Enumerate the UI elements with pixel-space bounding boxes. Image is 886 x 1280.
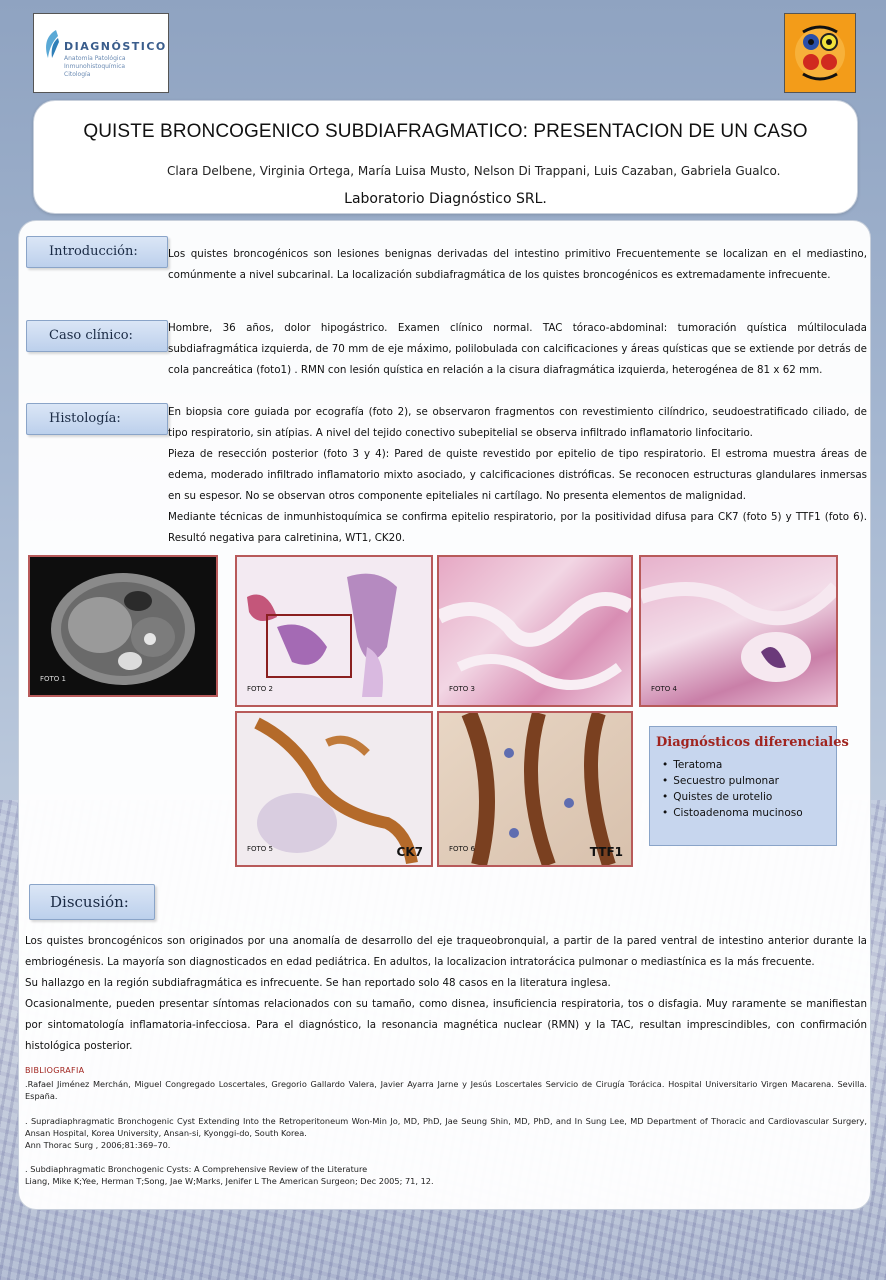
bibliography-ref-1: .Rafael Jiménez Merchán, Miguel Congrega… <box>25 1078 867 1102</box>
case-label: Caso clínico: <box>26 320 168 352</box>
logo-sub-line: Anatomía Patológica <box>64 55 126 62</box>
histo-label: Histología: <box>26 403 168 435</box>
photo-ttf1: FOTO 6 TTF1 <box>437 711 633 867</box>
photo-label: FOTO 6 <box>449 845 476 853</box>
discussion-paragraph: Los quistes broncogénicos son originados… <box>25 935 867 968</box>
histo-paragraph: Mediante técnicas de inmunhistoquímica s… <box>168 511 867 544</box>
he-image <box>641 582 836 682</box>
discussion-paragraph: Su hallazgo en la región subdiafragmátic… <box>25 977 611 989</box>
emblem-graphic <box>795 25 845 81</box>
logo-name: DIAGNÓSTICO <box>64 40 167 53</box>
differential-diagnoses-box: Diagnósticos diferenciales Teratoma Secu… <box>649 726 849 846</box>
logo-subtitle: Anatomía Patológica Inmunohistoquímica C… <box>64 55 126 79</box>
ddx-title: Diagnósticos diferenciales <box>656 735 849 750</box>
photo-core-biopsy: FOTO 2 <box>235 555 433 707</box>
reference-text: . Subdiaphragmatic Bronchogenic Cysts: A… <box>25 1164 368 1174</box>
histo-paragraph: En biopsia core guiada por ecografía (fo… <box>168 406 867 439</box>
main-content-card: Introducción: Los quistes broncogénicos … <box>18 220 871 1210</box>
photo-ck7: FOTO 5 CK7 <box>235 711 433 867</box>
photo-label: FOTO 5 <box>247 845 274 853</box>
he-image <box>439 592 631 690</box>
bibliography-heading: BIBLIOGRAFIA <box>25 1066 85 1075</box>
photo-label: FOTO 1 <box>40 675 67 683</box>
bibliography-ref-2: . Supradiaphragmatic Bronchogenic Cyst E… <box>25 1115 867 1151</box>
ddx-item: Teratoma <box>662 757 803 773</box>
stain-label: TTF1 <box>589 845 623 859</box>
discussion-paragraph: Ocasionalmente, pueden presentar síntoma… <box>25 998 867 1052</box>
case-paragraph: Hombre, 36 años, dolor hipogástrico. Exa… <box>168 322 867 376</box>
ddx-item: Quistes de urotelio <box>662 789 803 805</box>
case-text: Hombre, 36 años, dolor hipogástrico. Exa… <box>168 318 867 381</box>
reference-text: .Rafael Jiménez Merchán, Miguel Congrega… <box>25 1079 867 1101</box>
wing-icon <box>46 30 59 58</box>
discussion-text: Los quistes broncogénicos son originados… <box>25 931 867 1057</box>
photo-label: FOTO 3 <box>449 685 476 693</box>
biopsy-image <box>247 573 397 697</box>
ddx-list: Teratoma Secuestro pulmonar Quistes de u… <box>662 757 803 821</box>
photo-resection-2: FOTO 4 <box>639 555 838 707</box>
authors: Clara Delbene, Virginia Ortega, María Lu… <box>167 164 781 178</box>
photo-ct-scan: FOTO 1 <box>28 555 218 697</box>
bibliography-ref-3: . Subdiaphragmatic Bronchogenic Cysts: A… <box>25 1163 867 1187</box>
intro-paragraph: Los quistes broncogénicos son lesiones b… <box>168 248 867 281</box>
photo-label: FOTO 4 <box>651 685 678 693</box>
diagnostico-logo: DIAGNÓSTICO Anatomía Patológica Inmunohi… <box>33 13 169 93</box>
congress-emblem <box>784 13 856 93</box>
photo-label: FOTO 2 <box>247 685 274 693</box>
laboratory: Laboratorio Diagnóstico SRL. <box>344 191 547 207</box>
photo-resection-1: FOTO 3 <box>437 555 633 707</box>
stain-label: CK7 <box>396 845 423 859</box>
title-card: QUISTE BRONCOGENICO SUBDIAFRAGMATICO: PR… <box>33 100 858 214</box>
histo-text: En biopsia core guiada por ecografía (fo… <box>168 402 867 549</box>
intro-text: Los quistes broncogénicos son lesiones b… <box>168 244 867 286</box>
discussion-label: Discusión: <box>29 884 155 920</box>
poster-title: QUISTE BRONCOGENICO SUBDIAFRAGMATICO: PR… <box>83 121 808 142</box>
logo-sub-line: Inmunohistoquímica <box>64 63 126 70</box>
ddx-item: Cistoadenoma mucinoso <box>662 805 802 821</box>
ihc-image <box>461 713 616 865</box>
ddx-item: Secuestro pulmonar <box>662 773 803 789</box>
intro-label: Introducción: <box>26 236 168 268</box>
histo-paragraph: Pieza de resección posterior (foto 3 y 4… <box>168 448 867 502</box>
reference-text: Liang, Mike K;Yee, Herman T;Song, Jae W;… <box>25 1176 434 1186</box>
reference-text: . Supradiaphragmatic Bronchogenic Cyst E… <box>25 1116 867 1138</box>
ihc-image <box>254 717 418 865</box>
reference-text: Ann Thorac Surg , 2006;81:369–70. <box>25 1140 171 1150</box>
logo-sub-line: Citología <box>64 71 91 78</box>
